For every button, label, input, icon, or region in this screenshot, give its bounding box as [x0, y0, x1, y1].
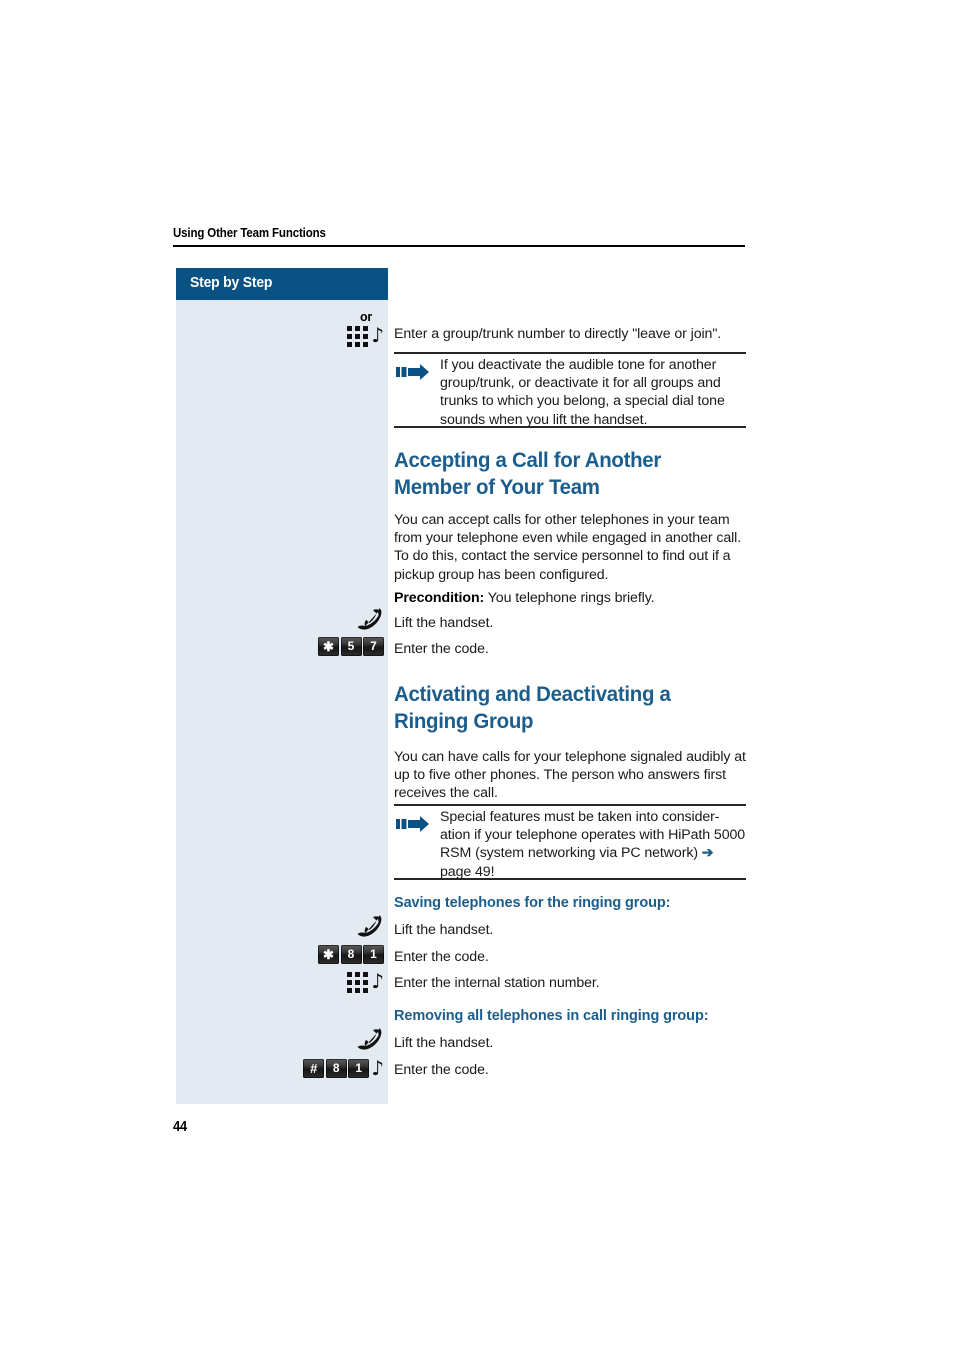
key-digit-2: 1 — [348, 1058, 370, 1078]
enter-code-text-1: Enter the code. — [394, 641, 489, 657]
handset-icon-slot-2 — [330, 915, 384, 939]
key-code-1: ✱ 5 7 — [318, 637, 384, 656]
key-code-3: # 8 1 — [303, 1058, 370, 1078]
key-code-slot-2: ✱ 8 1 — [310, 945, 384, 964]
keypad-icon-slot-1: ♪ — [330, 323, 384, 347]
running-head: Using Other Team Functions — [173, 226, 326, 240]
handset-icon-slot-3 — [330, 1028, 384, 1052]
document-page: Using Other Team Functions Step by Step … — [0, 0, 954, 1351]
page-number: 44 — [173, 1119, 187, 1135]
key-star: ✱ — [318, 637, 339, 656]
keypad-icon — [347, 970, 369, 993]
running-head-rule — [173, 245, 745, 247]
page-link-arrow-icon: ➔ — [701, 845, 714, 862]
section-1-paragraph: You can accept calls for other telephone… — [394, 512, 742, 583]
keypad-icon — [347, 324, 369, 347]
key-digit-2: 1 — [363, 945, 384, 964]
note-box-1-text: If you deactivate the audible tone for a… — [440, 357, 725, 428]
enter-station-number-text: Enter the internal station number. — [394, 975, 600, 991]
note-box-2-text-part-1: Special features must be taken into cons… — [440, 809, 746, 862]
lift-handset-text-3: Lift the handset. — [394, 1035, 494, 1051]
key-hash: # — [303, 1058, 325, 1078]
enter-code-text-3: Enter the code. — [394, 1062, 489, 1078]
key-digit-1: 8 — [325, 1058, 347, 1078]
handset-icon — [357, 608, 382, 630]
note-box-2-text: Special features must be taken into cons… — [440, 808, 746, 881]
enter-code-text-2: Enter the code. — [394, 949, 489, 965]
note-rule-bottom-2 — [394, 878, 746, 880]
note-box-1: If you deactivate the audible tone for a… — [394, 352, 746, 428]
key-code-slot-3: # 8 1 ♪ — [292, 1058, 384, 1078]
blue-arrow-icon — [396, 816, 429, 832]
handset-icon — [357, 915, 382, 937]
note-rule-top-2 — [394, 804, 746, 806]
note-box-2: Special features must be taken into cons… — [394, 804, 746, 880]
note-rule-top — [394, 352, 746, 354]
or-label: or — [360, 310, 373, 324]
step-by-step-header: Step by Step — [176, 268, 388, 300]
blue-arrow-icon — [396, 364, 429, 380]
music-note-icon: ♪ — [371, 1056, 384, 1080]
subheading-removing-telephones: Removing all telephones in call ringing … — [394, 1008, 709, 1024]
keypad-line-1-text: Enter a group/trunk number to directly "… — [394, 326, 722, 342]
step-by-step-label: Step by Step — [190, 274, 273, 291]
section-heading-1: Accepting a Call for Another Member of Y… — [394, 448, 662, 499]
keypad-icon-slot-2: ♪ — [330, 969, 384, 993]
key-digit-2: 7 — [363, 637, 384, 656]
handset-icon — [357, 1028, 382, 1050]
lift-handset-text-2: Lift the handset. — [394, 922, 494, 938]
section-2-paragraph: You can have calls for your telephone si… — [394, 749, 746, 802]
precondition-text: You telephone rings briefly. — [484, 590, 655, 606]
precondition-label: Precondition: — [394, 590, 485, 606]
music-note-icon: ♪ — [371, 323, 384, 347]
key-code-slot-1: ✱ 5 7 — [310, 637, 384, 656]
music-note-icon: ♪ — [371, 969, 384, 993]
subheading-saving-telephones: Saving telephones for the ringing group: — [394, 895, 671, 911]
section-heading-2: Activating and Deactivating a Ringing Gr… — [394, 682, 671, 733]
note-rule-bottom — [394, 426, 746, 428]
key-code-2: ✱ 8 1 — [318, 945, 384, 964]
lift-handset-text-1: Lift the handset. — [394, 615, 494, 631]
precondition-line: Precondition: You telephone rings briefl… — [394, 589, 746, 607]
key-digit-1: 5 — [340, 637, 362, 656]
handset-icon-slot-1 — [330, 608, 384, 632]
key-star: ✱ — [318, 945, 339, 964]
key-digit-1: 8 — [340, 945, 362, 964]
